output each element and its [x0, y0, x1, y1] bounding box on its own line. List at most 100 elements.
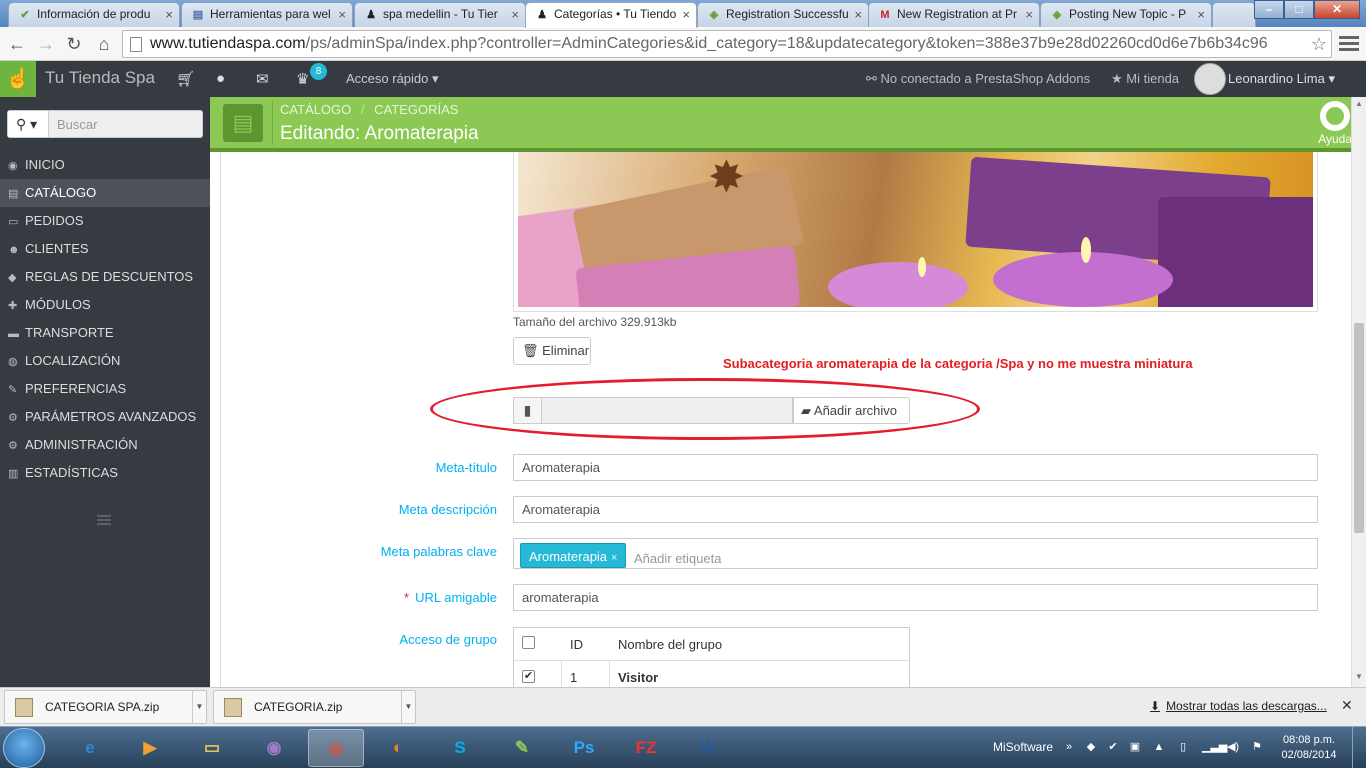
- breadcrumb-catalogo[interactable]: CATÁLOGO: [280, 102, 351, 117]
- close-icon[interactable]: ×: [682, 7, 690, 22]
- add-file-button[interactable]: ▰ Añadir archivo: [793, 397, 910, 424]
- sidebar-item-modulos[interactable]: ✚ MÓDULOS: [0, 291, 210, 319]
- explorer-icon[interactable]: ▭: [184, 729, 240, 767]
- sidebar-item-parametros[interactable]: ⚙ PARÁMETROS AVANZADOS: [0, 403, 210, 431]
- close-icon[interactable]: ×: [338, 7, 346, 22]
- reload-icon[interactable]: ↻: [62, 32, 86, 56]
- sidebar-item-inicio[interactable]: ◉ INICIO: [0, 151, 210, 179]
- home-icon[interactable]: ⌂: [92, 32, 116, 56]
- sidebar-item-localizacion[interactable]: ◍ LOCALIZACIÓN: [0, 347, 210, 375]
- close-icon[interactable]: ×: [165, 7, 173, 22]
- user-menu[interactable]: Leonardino Lima ▾: [1228, 71, 1335, 87]
- volume-icon[interactable]: ◀): [1226, 740, 1240, 754]
- meta-keywords-input[interactable]: Aromaterapia × Añadir etiqueta: [513, 538, 1318, 569]
- tray-icon[interactable]: ▲: [1152, 740, 1166, 754]
- filezilla-icon[interactable]: FZ: [618, 729, 674, 767]
- notepad-plus-icon[interactable]: ✎: [494, 729, 550, 767]
- avatar[interactable]: [1194, 63, 1226, 95]
- file-name-field[interactable]: [541, 397, 793, 424]
- close-icon[interactable]: ×: [1025, 7, 1033, 22]
- quick-access-dropdown[interactable]: Acceso rápido ▾: [346, 71, 439, 87]
- minimize-icon[interactable]: –: [1254, 0, 1284, 19]
- search-icon[interactable]: ⚲ ▾: [8, 111, 49, 137]
- envelope-icon[interactable]: ✉: [256, 70, 269, 88]
- row-checkbox[interactable]: ✔: [522, 670, 535, 683]
- download-item[interactable]: CATEGORIA SPA.zip ▼: [4, 690, 207, 724]
- browser-tab[interactable]: ◈ Posting New Topic - P ×: [1040, 2, 1212, 27]
- chevron-down-icon[interactable]: ▼: [192, 691, 206, 723]
- sidebar-item-pedidos[interactable]: ▭ PEDIDOS: [0, 207, 210, 235]
- sidebar-item-catalogo[interactable]: ▤ CATÁLOGO: [0, 179, 210, 207]
- shop-name[interactable]: Tu Tienda Spa: [45, 68, 155, 88]
- tray-icon[interactable]: ▯: [1176, 740, 1190, 754]
- search-input[interactable]: Buscar: [57, 117, 97, 132]
- browser-tab[interactable]: ✔ Información de produ ×: [8, 2, 180, 27]
- tray-icon[interactable]: ✔: [1106, 740, 1120, 754]
- bookmark-star-icon[interactable]: ☆: [1311, 31, 1327, 57]
- trophy-icon[interactable]: ♛: [296, 70, 309, 88]
- page-scrollbar[interactable]: ▲ ▼: [1351, 97, 1366, 687]
- close-icon[interactable]: ✕: [1341, 697, 1353, 714]
- close-icon[interactable]: ×: [511, 7, 519, 22]
- media-player-icon[interactable]: ▶: [122, 729, 178, 767]
- forward-icon[interactable]: →: [34, 32, 58, 56]
- help-button[interactable]: Ayuda: [1318, 101, 1352, 146]
- tray-icon[interactable]: ▣: [1128, 740, 1142, 754]
- skype-icon[interactable]: S: [432, 729, 488, 767]
- browser-tab[interactable]: ♟ spa medellin - Tu Tier ×: [354, 2, 526, 27]
- breadcrumb-categorias[interactable]: CATEGORÍAS: [374, 102, 458, 117]
- window-close-icon[interactable]: ✕: [1314, 0, 1360, 19]
- keyword-tag[interactable]: Aromaterapia ×: [520, 543, 627, 568]
- network-icon[interactable]: ▁▃▅: [1202, 740, 1227, 754]
- addons-status[interactable]: ⚯ No conectado a PrestaShop Addons: [866, 71, 1090, 87]
- show-all-downloads-link[interactable]: ⬇ Mostrar todas las descargas...: [1150, 699, 1327, 713]
- new-tab-button[interactable]: [1212, 2, 1256, 27]
- address-bar[interactable]: www.tutiendaspa.com/ps/adminSpa/index.ph…: [122, 30, 1332, 58]
- download-item[interactable]: CATEGORIA.zip ▼: [213, 690, 416, 724]
- browser-tab[interactable]: ▤ Herramientas para wel ×: [181, 2, 353, 27]
- close-icon[interactable]: ×: [1197, 7, 1205, 22]
- back-icon[interactable]: ←: [5, 32, 29, 56]
- sidebar-item-transporte[interactable]: ▬ TRANSPORTE: [0, 319, 210, 347]
- sidebar-item-estadisticas[interactable]: ▥ ESTADÍSTICAS: [0, 459, 210, 487]
- toolbar-label[interactable]: MiSoftware: [993, 740, 1053, 754]
- scroll-down-icon[interactable]: ▼: [1355, 672, 1363, 681]
- chrome-icon[interactable]: ◎: [308, 729, 364, 767]
- maximize-icon[interactable]: □: [1284, 0, 1314, 19]
- word-icon[interactable]: W: [680, 729, 736, 767]
- firefox-icon[interactable]: ◐: [370, 729, 426, 767]
- eclipse-icon[interactable]: ◉: [246, 729, 302, 767]
- v-icon: ✔: [20, 9, 30, 21]
- friendly-url-input[interactable]: aromaterapia: [513, 584, 1318, 611]
- sidebar-item-preferencias[interactable]: ✎ PREFERENCIAS: [0, 375, 210, 403]
- user-icon[interactable]: ●: [216, 70, 225, 87]
- my-shop-link[interactable]: ★ Mi tienda: [1111, 71, 1179, 87]
- cart-icon[interactable]: 🛒︎: [176, 70, 195, 88]
- sidebar-item-clientes[interactable]: ☻ CLIENTES: [0, 235, 210, 263]
- collapse-menu-icon[interactable]: [97, 513, 111, 527]
- photoshop-icon[interactable]: Ps: [556, 729, 612, 767]
- close-icon[interactable]: ×: [854, 7, 862, 22]
- start-button[interactable]: [3, 728, 45, 768]
- chevron-icon[interactable]: »: [1062, 740, 1076, 754]
- delete-image-button[interactable]: 🗑︎ Eliminar: [513, 337, 591, 365]
- ie-icon[interactable]: e: [62, 729, 118, 767]
- flag-icon[interactable]: ⚑: [1250, 740, 1264, 754]
- sidebar-item-descuentos[interactable]: ◆ REGLAS DE DESCUENTOS: [0, 263, 210, 291]
- select-all-checkbox[interactable]: [522, 636, 535, 649]
- remove-tag-icon[interactable]: ×: [611, 552, 617, 564]
- scrollbar-thumb[interactable]: [1354, 323, 1364, 533]
- browser-tab[interactable]: ◈ Registration Successfu ×: [697, 2, 869, 27]
- browser-tab-active[interactable]: ♟ Categorías • Tu Tiendo ×: [525, 2, 697, 28]
- chevron-down-icon[interactable]: ▼: [401, 691, 415, 723]
- meta-description-input[interactable]: Aromaterapia: [513, 496, 1318, 523]
- browser-menu-icon[interactable]: [1339, 33, 1359, 53]
- sidebar-item-administracion[interactable]: ⚙ ADMINISTRACIÓN: [0, 431, 210, 459]
- tray-icon[interactable]: ◆: [1084, 740, 1098, 754]
- scroll-up-icon[interactable]: ▲: [1355, 99, 1363, 108]
- meta-title-input[interactable]: Aromaterapia: [513, 454, 1318, 481]
- browser-tab[interactable]: M New Registration at Pr ×: [868, 2, 1040, 27]
- prestashop-logo-icon[interactable]: ☝: [0, 61, 36, 97]
- show-desktop-button[interactable]: [1352, 727, 1366, 768]
- clock[interactable]: 08:08 p.m. 02/08/2014: [1278, 733, 1340, 763]
